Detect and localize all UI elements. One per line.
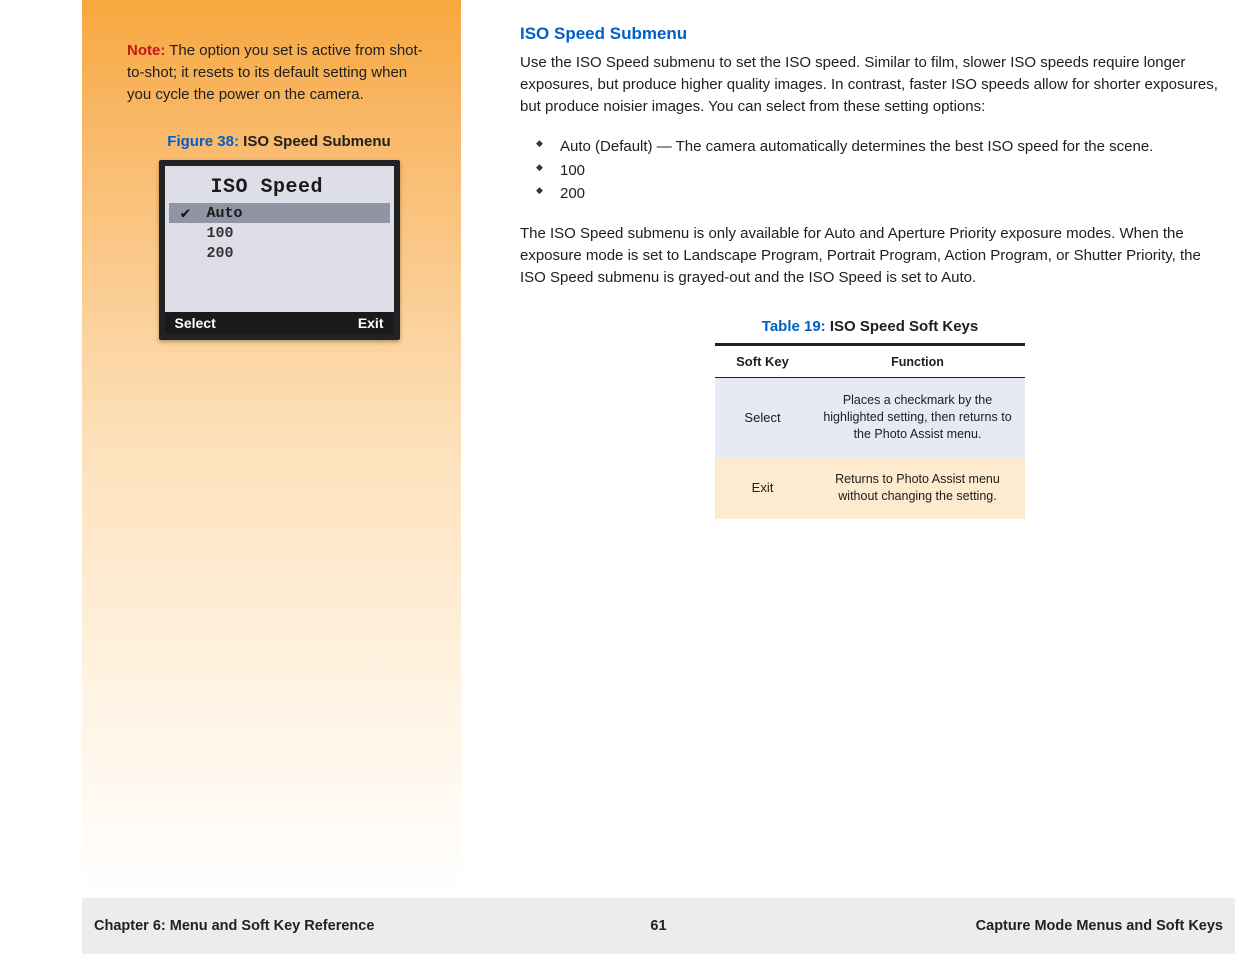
note-label: Note: [127, 42, 165, 59]
table-header-function: Function [810, 345, 1025, 378]
table-caption: Table 19: ISO Speed Soft Keys [520, 318, 1220, 335]
cell-softkey: Select [715, 378, 810, 457]
figure-caption: Figure 38: ISO Speed Submenu [127, 133, 431, 150]
lcd-row-100: 100 [169, 223, 390, 243]
lcd-row-200: 200 [169, 243, 390, 263]
table-header-row: Soft Key Function [715, 345, 1025, 378]
figure-title: ISO Speed Submenu [239, 133, 391, 150]
lcd-softkey-bar: Select Exit [165, 312, 394, 334]
lcd-screenshot: ISO Speed ✔ Auto 100 200 [159, 160, 400, 340]
softkeys-table: Soft Key Function Select Places a checkm… [715, 343, 1025, 518]
lcd-inner: ISO Speed ✔ Auto 100 200 [165, 166, 394, 334]
checkmark-icon: ✔ [175, 203, 197, 223]
note-block: Note: The option you set is active from … [127, 40, 431, 105]
lcd-title: ISO Speed [165, 166, 394, 203]
table-title: ISO Speed Soft Keys [826, 318, 979, 335]
footer-page-number: 61 [650, 918, 666, 934]
list-item: 100 [542, 159, 1220, 182]
figure-number: Figure 38: [167, 133, 239, 150]
list-item: Auto (Default) — The camera automaticall… [542, 135, 1220, 158]
footer-chapter: Chapter 6: Menu and Soft Key Reference [94, 918, 374, 934]
lcd-softkey-right: Exit [358, 315, 384, 331]
lcd-row-label: Auto [197, 205, 243, 222]
sidebar-panel: Note: The option you set is active from … [82, 0, 461, 897]
cell-function: Returns to Photo Assist menu without cha… [810, 457, 1025, 519]
footer-section: Capture Mode Menus and Soft Keys [976, 918, 1223, 934]
document-page: Note: The option you set is active from … [82, 0, 1235, 954]
availability-paragraph: The ISO Speed submenu is only available … [520, 223, 1220, 288]
cell-softkey: Exit [715, 457, 810, 519]
list-item: 200 [542, 182, 1220, 205]
lcd-row-label: 200 [197, 245, 234, 262]
lcd-row-auto: ✔ Auto [169, 203, 390, 223]
lcd-softkey-left: Select [175, 315, 216, 331]
lcd-option-list: ✔ Auto 100 200 [165, 203, 394, 312]
lcd-row-label: 100 [197, 225, 234, 242]
section-heading: ISO Speed Submenu [520, 24, 1220, 44]
table-header-softkey: Soft Key [715, 345, 810, 378]
note-text: The option you set is active from shot-t… [127, 42, 423, 103]
main-content: ISO Speed Submenu Use the ISO Speed subm… [520, 24, 1220, 519]
table-row: Select Places a checkmark by the highlig… [715, 378, 1025, 457]
table-row: Exit Returns to Photo Assist menu withou… [715, 457, 1025, 519]
table-number: Table 19: [762, 318, 826, 335]
options-list: Auto (Default) — The camera automaticall… [542, 135, 1220, 205]
cell-function: Places a checkmark by the highlighted se… [810, 378, 1025, 457]
page-footer: Chapter 6: Menu and Soft Key Reference 6… [82, 898, 1235, 954]
intro-paragraph: Use the ISO Speed submenu to set the ISO… [520, 52, 1220, 117]
